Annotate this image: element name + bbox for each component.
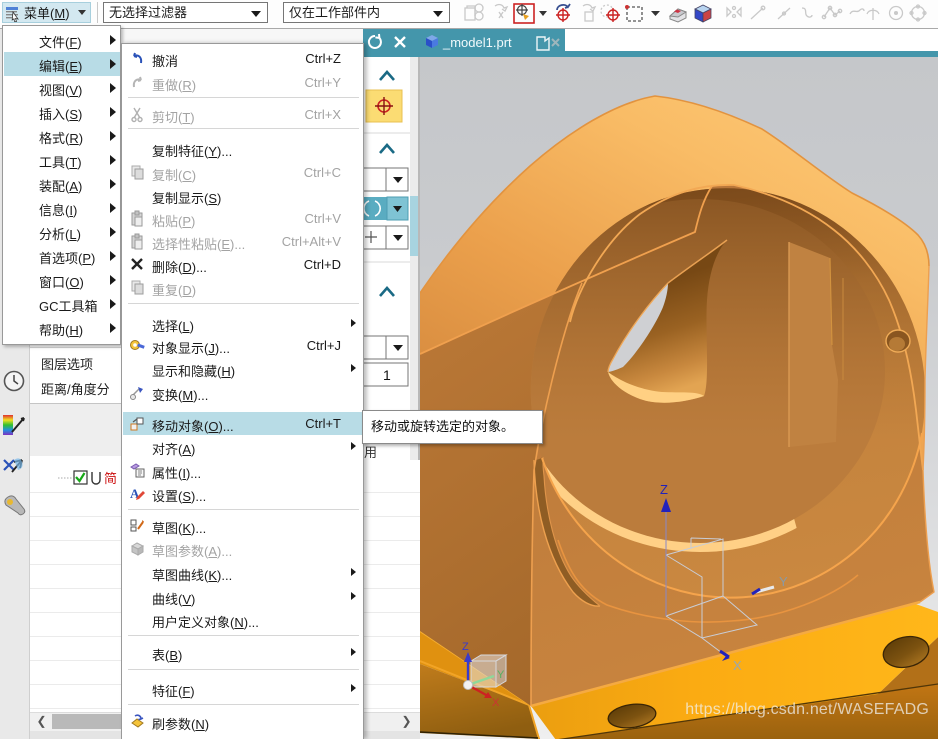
svg-text:Y: Y: [497, 669, 505, 681]
svg-text:X: X: [733, 658, 742, 673]
svg-text:1: 1: [383, 367, 391, 383]
svg-text:Z: Z: [462, 641, 469, 653]
svg-text:Z: Z: [660, 482, 668, 497]
svg-text:简: 简: [104, 471, 117, 486]
svg-text:用: 用: [364, 445, 377, 460]
svg-text:Y: Y: [779, 574, 788, 589]
svg-text:X: X: [492, 697, 500, 709]
